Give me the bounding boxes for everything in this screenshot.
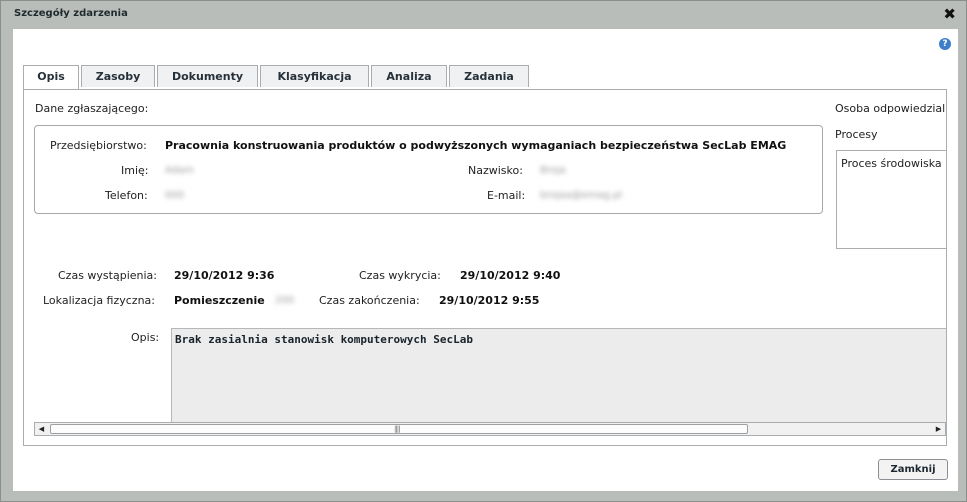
- description-text: Brak zasialnia stanowisk komputerowych S…: [175, 333, 474, 346]
- email-value: brojaa@emag.pl: [540, 190, 623, 201]
- help-icon[interactable]: ?: [939, 38, 951, 50]
- tab-panel-opis: Dane zgłaszającego: Przedsiębiorstwo: Pr…: [23, 89, 947, 446]
- horizontal-scrollbar[interactable]: ◀ |||| ▶: [34, 422, 946, 436]
- location-room-number: 200: [275, 295, 295, 306]
- responsible-person-label: Osoba odpowiedzial: [835, 102, 946, 115]
- occurred-label: Czas wystąpienia:: [58, 269, 157, 282]
- dialog-content: ? Opis Zasoby Dokumenty Klasyfikacja Ana…: [13, 29, 958, 491]
- reporter-section-label: Dane zgłaszającego:: [35, 102, 149, 115]
- ended-value: 29/10/2012 9:55: [439, 294, 540, 307]
- last-name-label: Nazwisko:: [468, 164, 523, 177]
- processes-list[interactable]: Proces środowiska: [836, 150, 946, 249]
- tab-zadania[interactable]: Zadania: [449, 65, 529, 87]
- tab-klasyfikacja[interactable]: Klasyfikacja: [260, 65, 369, 87]
- description-field[interactable]: Brak zasialnia stanowisk komputerowych S…: [171, 328, 946, 424]
- first-name-label: Imię:: [121, 164, 149, 177]
- description-label: Opis:: [131, 331, 160, 344]
- scrollbar-thumb[interactable]: ||||: [50, 424, 748, 434]
- dialog-titlebar[interactable]: Szczegóły zdarzenia ✖: [1, 1, 966, 29]
- location-label: Lokalizacja fizyczna:: [43, 294, 156, 307]
- phone-label: Telefon:: [105, 189, 148, 202]
- scroll-right-icon[interactable]: ▶: [932, 423, 945, 435]
- phone-value: 000: [165, 190, 185, 201]
- close-button[interactable]: Zamknij: [878, 459, 948, 480]
- detected-label: Czas wykrycia:: [359, 269, 441, 282]
- occurred-value: 29/10/2012 9:36: [174, 269, 275, 282]
- event-details-dialog: Szczegóły zdarzenia ✖ ? Opis Zasoby Doku…: [0, 0, 967, 502]
- process-item[interactable]: Proces środowiska: [841, 157, 942, 170]
- scroll-left-icon[interactable]: ◀: [35, 423, 48, 435]
- tab-opis[interactable]: Opis: [23, 65, 79, 90]
- detected-value: 29/10/2012 9:40: [460, 269, 561, 282]
- dialog-title: Szczegóły zdarzenia: [14, 8, 128, 19]
- tab-analiza[interactable]: Analiza: [371, 65, 447, 87]
- reporter-fieldset: Przedsiębiorstwo: Pracownia konstruowani…: [34, 125, 823, 214]
- ended-label: Czas zakończenia:: [319, 294, 420, 307]
- tab-dokumenty[interactable]: Dokumenty: [157, 65, 258, 87]
- location-value: Pomieszczenie: [174, 294, 265, 307]
- first-name-value: Adam: [165, 165, 194, 176]
- company-value: Pracownia konstruowania produktów o podw…: [165, 139, 787, 152]
- scrollbar-grip-icon: ||||: [394, 425, 401, 433]
- close-icon[interactable]: ✖: [943, 5, 956, 23]
- processes-label: Procesy: [835, 128, 878, 141]
- tab-zasoby[interactable]: Zasoby: [81, 65, 155, 87]
- company-label: Przedsiębiorstwo:: [50, 139, 147, 152]
- last-name-value: Broja: [540, 165, 566, 176]
- email-label: E-mail:: [487, 189, 526, 202]
